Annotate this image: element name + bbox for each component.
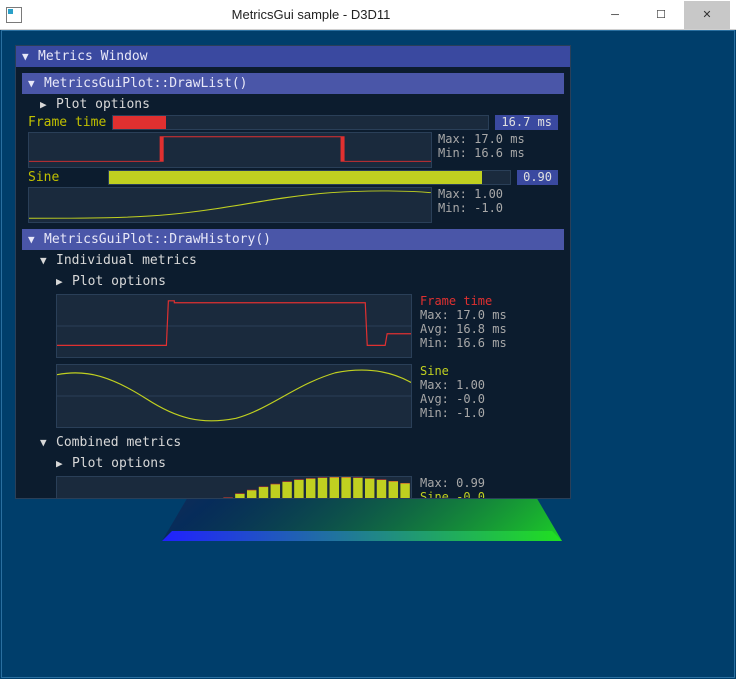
sine-value: 0.90 <box>517 170 558 185</box>
metrics-window-header[interactable]: Metrics Window <box>16 46 570 67</box>
combined-plot-options[interactable]: Plot options <box>22 453 564 474</box>
sine-bar <box>108 170 511 185</box>
drawlist-title: MetricsGuiPlot::DrawList() <box>44 76 248 91</box>
minimize-button[interactable]: ─ <box>592 1 638 29</box>
sine-history-stats: Sine Max: 1.00 Avg: -0.0 Min: -1.0 <box>420 364 485 420</box>
frame-time-value: 16.7 ms <box>495 115 558 130</box>
frame-time-mini-plot <box>28 132 432 168</box>
maximize-button[interactable]: ☐ <box>638 1 684 29</box>
individual-metrics-tree[interactable]: Individual metrics <box>22 250 564 271</box>
collapse-icon[interactable] <box>40 436 50 449</box>
frame-time-bar <box>112 115 489 130</box>
combined-metrics-tree[interactable]: Combined metrics <box>22 432 564 453</box>
frame-time-label: Frame time <box>28 115 106 130</box>
frame-time-bar-row: Frame time 16.7 ms <box>22 115 564 132</box>
sine-stats: Max: 1.00 Min: -1.0 <box>438 187 558 223</box>
frame-time-stats: Max: 17.0 ms Min: 16.6 ms <box>438 132 558 168</box>
expand-icon[interactable] <box>56 457 66 470</box>
metrics-window[interactable]: Metrics Window MetricsGuiPlot::DrawList(… <box>15 45 571 499</box>
frame-time-history-stats: Frame time Max: 17.0 ms Avg: 16.8 ms Min… <box>420 294 507 350</box>
collapse-icon[interactable] <box>28 77 38 90</box>
drawlist-header[interactable]: MetricsGuiPlot::DrawList() <box>22 73 564 94</box>
window-title: MetricsGui sample - D3D11 <box>30 7 592 22</box>
sine-mini-plot <box>28 187 432 223</box>
expand-icon[interactable] <box>56 275 66 288</box>
collapse-icon[interactable] <box>28 233 38 246</box>
sine-history-plot <box>56 364 412 428</box>
os-titlebar: MetricsGui sample - D3D11 ─ ☐ ✕ <box>0 0 736 30</box>
close-button[interactable]: ✕ <box>684 1 730 29</box>
combined-history-plot <box>56 476 412 499</box>
frame-time-history-plot <box>56 294 412 358</box>
metrics-window-title: Metrics Window <box>38 49 148 64</box>
collapse-icon[interactable] <box>40 254 50 267</box>
sine-bar-row: Sine 0.90 <box>22 170 564 187</box>
app-icon <box>6 7 22 23</box>
collapse-icon[interactable] <box>22 50 32 63</box>
individual-plot-options[interactable]: Plot options <box>22 271 564 292</box>
drawlist-plot-options[interactable]: Plot options <box>22 94 564 115</box>
drawhistory-title: MetricsGuiPlot::DrawHistory() <box>44 232 271 247</box>
sine-label: Sine <box>28 170 102 185</box>
drawhistory-header[interactable]: MetricsGuiPlot::DrawHistory() <box>22 229 564 250</box>
client-area: Metrics Window MetricsGuiPlot::DrawList(… <box>1 30 735 678</box>
expand-icon[interactable] <box>40 98 50 111</box>
combined-history-stats: Max: 0.99 Sine -0.0 Frame time 0.01 <box>420 476 528 499</box>
